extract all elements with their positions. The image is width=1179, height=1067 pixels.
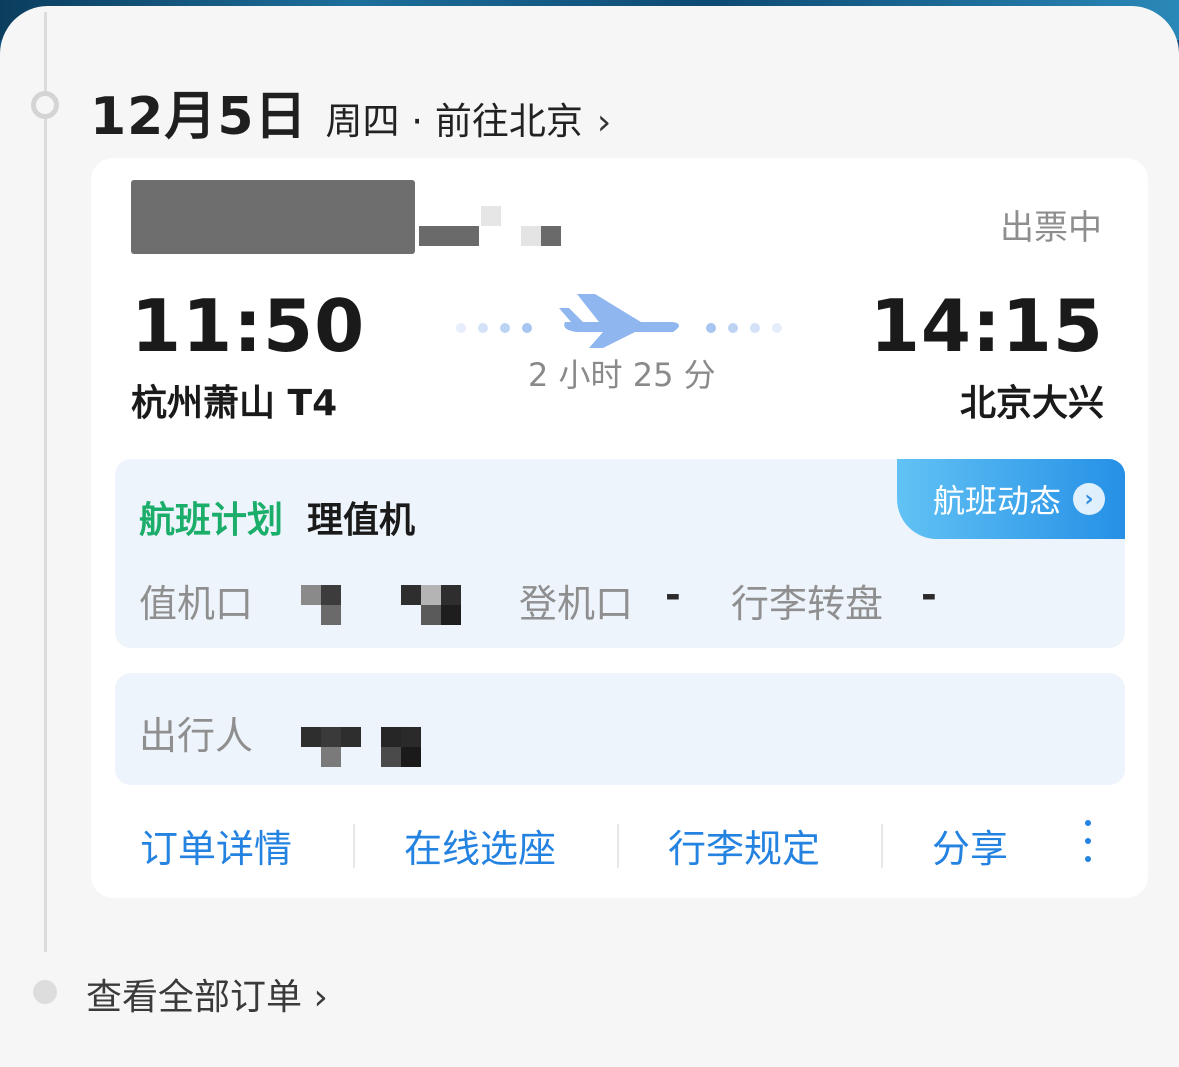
baggage-carousel-value: - <box>921 573 937 617</box>
redacted-block <box>441 585 461 605</box>
trip-date: 12月5日 <box>90 87 308 147</box>
redacted-block <box>321 727 341 747</box>
checkin-counter-label: 值机口 <box>139 582 254 626</box>
chevron-right-icon: › <box>596 102 612 143</box>
flight-plan-value: 理值机 <box>307 500 416 541</box>
flight-order-card[interactable]: 出票中 11:50 杭州萧山 T4 2 小时 25 分 14:15 北京大兴 航… <box>91 158 1148 898</box>
view-all-orders-link[interactable]: 查看全部订单 › <box>86 968 328 1020</box>
redacted-block <box>401 747 421 767</box>
redacted-block <box>321 605 341 625</box>
chevron-right-icon: › <box>1073 483 1106 515</box>
redacted-block <box>301 727 321 747</box>
order-action-bar: 订单详情 在线选座 行李规定 分享 <box>91 816 1148 886</box>
redacted-block <box>419 226 479 246</box>
more-vertical-icon[interactable] <box>1085 820 1091 870</box>
redacted-block <box>401 727 421 747</box>
timeline-dot-end <box>33 980 57 1004</box>
baggage-carousel-label: 行李转盘 <box>731 582 884 626</box>
arrival-airport: 北京大兴 <box>959 383 1104 424</box>
redacted-block <box>381 727 401 747</box>
baggage-rules-button[interactable]: 行李规定 <box>668 818 820 873</box>
gate-value: - <box>665 573 681 617</box>
redacted-block <box>421 585 441 605</box>
ticket-status: 出票中 <box>1000 208 1102 248</box>
trip-destination: 周四 · 前往北京 <box>325 100 583 143</box>
airplane-icon <box>559 294 679 348</box>
redacted-flight-info <box>131 180 415 254</box>
divider <box>881 824 883 868</box>
passenger-label: 出行人 <box>139 714 254 758</box>
divider <box>617 824 619 868</box>
flight-status-button[interactable]: 航班动态 › <box>897 459 1125 539</box>
gate-label: 登机口 <box>519 582 634 626</box>
flight-plan-label: 航班计划 <box>139 500 284 541</box>
redacted-block <box>401 585 421 605</box>
timeline-line <box>44 12 47 952</box>
redacted-block <box>321 585 341 605</box>
redacted-block <box>321 747 341 767</box>
flight-status-label: 航班动态 <box>933 482 1062 520</box>
redacted-block <box>381 747 401 767</box>
redacted-block <box>341 727 361 747</box>
online-seat-selection-button[interactable]: 在线选座 <box>404 818 556 873</box>
trip-panel: 12月5日 周四 · 前往北京 › 出票中 11:50 杭州萧山 T4 2 小时… <box>0 6 1179 1067</box>
flight-plan-box: 航班计划 理值机 航班动态 › 值机口 登机口 - 行李转盘 - <box>115 459 1125 648</box>
flight-duration: 2 小时 25 分 <box>528 356 716 394</box>
redacted-block <box>301 585 321 605</box>
timeline-dot-current <box>31 91 59 119</box>
redacted-block <box>421 605 441 625</box>
departure-time: 11:50 <box>131 284 366 368</box>
redacted-block <box>441 605 461 625</box>
trip-date-header[interactable]: 12月5日 周四 · 前往北京 › <box>90 74 611 149</box>
redacted-block <box>521 226 541 246</box>
redacted-block <box>541 226 561 246</box>
departure-airport: 杭州萧山 T4 <box>131 383 338 424</box>
order-details-button[interactable]: 订单详情 <box>140 818 292 873</box>
divider <box>353 824 355 868</box>
flight-route-graphic <box>456 294 782 348</box>
arrival-time: 14:15 <box>869 284 1104 368</box>
passenger-box: 出行人 <box>115 673 1125 785</box>
redacted-block <box>481 206 501 226</box>
share-button[interactable]: 分享 <box>932 818 1008 873</box>
